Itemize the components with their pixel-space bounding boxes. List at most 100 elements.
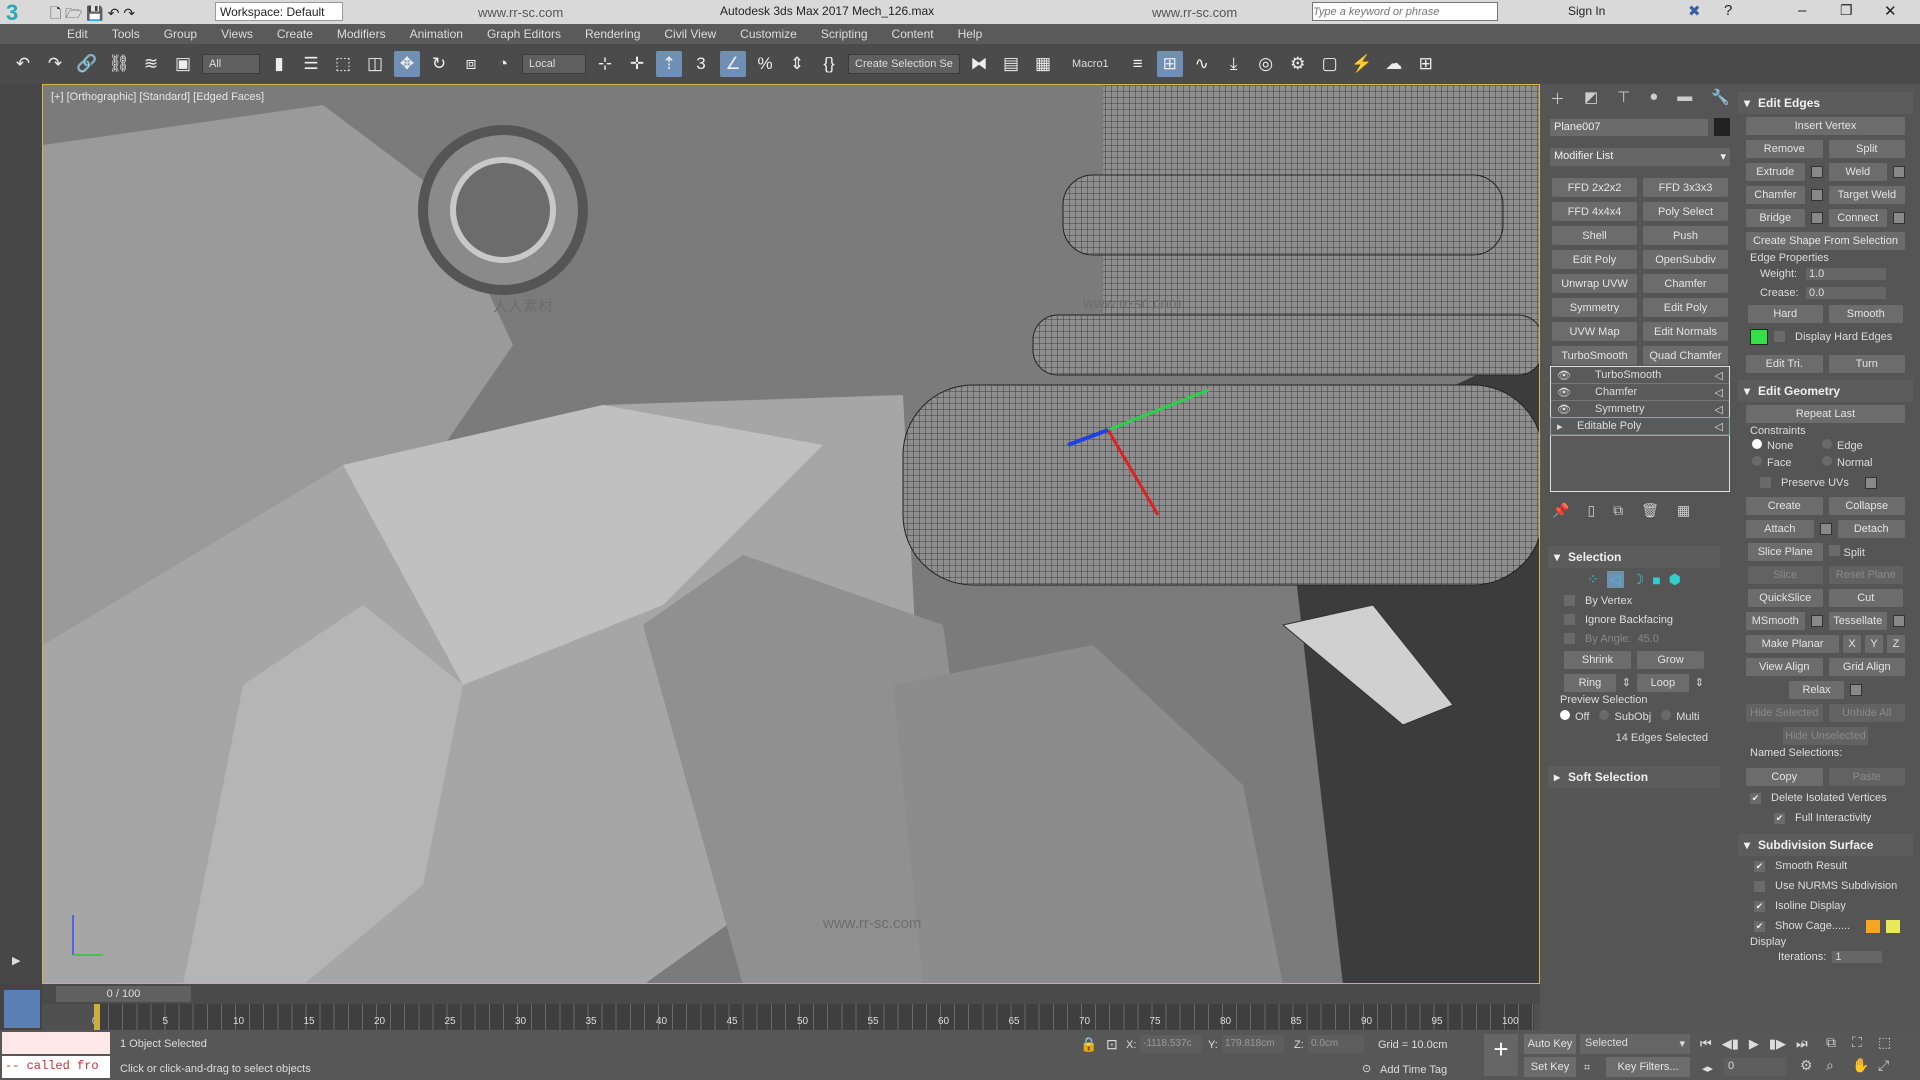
by-vertex-checkbox[interactable]: By Vertex xyxy=(1548,591,1720,610)
create-shape-button[interactable]: Create Shape From Selection xyxy=(1746,231,1905,250)
mirror-icon[interactable]: ⧓ xyxy=(966,51,992,77)
subdivision-surface-header[interactable]: ▾ Subdivision Surface xyxy=(1738,834,1913,856)
maximize-viewport-icon[interactable]: ⤢ xyxy=(1878,1057,1904,1074)
connect-button[interactable]: Connect xyxy=(1828,208,1887,227)
chamfer-settings-icon[interactable] xyxy=(1810,188,1823,201)
weight-spinner[interactable]: 1.0 xyxy=(1806,267,1886,280)
remove-button[interactable]: Remove xyxy=(1746,139,1823,158)
select-object-icon[interactable]: ▮ xyxy=(266,51,292,77)
menu-group[interactable]: Group xyxy=(152,27,209,41)
constraint-edge-radio[interactable]: Edge xyxy=(1822,439,1863,452)
motion-tab-icon[interactable]: ● xyxy=(1649,88,1658,110)
render-setup-icon[interactable]: ⚙ xyxy=(1285,51,1311,77)
scale-icon[interactable]: ⧈ xyxy=(458,51,484,77)
loop-button[interactable]: Loop xyxy=(1637,673,1689,692)
slice-button[interactable]: Slice xyxy=(1748,565,1823,584)
zoom-icon[interactable]: ⌕ xyxy=(1800,1034,1826,1051)
modify-tab-icon[interactable]: ◩ xyxy=(1584,88,1598,110)
curve-editor-icon[interactable]: ∿ xyxy=(1189,51,1215,77)
add-time-tag-button[interactable]: Add Time Tag xyxy=(1380,1064,1447,1076)
hard-button[interactable]: Hard xyxy=(1748,304,1823,323)
pan-icon[interactable]: ✋ xyxy=(1852,1057,1878,1074)
visibility-eye-icon[interactable]: 👁 xyxy=(1557,386,1571,399)
x-coordinate[interactable]: -1118.537c xyxy=(1140,1035,1202,1053)
modifier-set-button[interactable]: FFD 2x2x2 xyxy=(1552,178,1637,197)
pivot-center-icon[interactable]: ⊹ xyxy=(592,51,618,77)
stack-item[interactable]: 👁 TurboSmooth ◁ xyxy=(1551,367,1729,384)
collapse-button[interactable]: Collapse xyxy=(1828,496,1905,515)
relax-settings-icon[interactable] xyxy=(1850,683,1862,696)
viewport-layout-icon[interactable]: ⊞ xyxy=(1413,51,1439,77)
modifier-set-button[interactable]: Edit Poly xyxy=(1643,298,1728,317)
expand-arrow-icon[interactable]: ▶ xyxy=(12,954,20,967)
unlink-icon[interactable]: ⛓ xyxy=(106,51,132,77)
planar-x-button[interactable]: X xyxy=(1843,634,1861,653)
viewport-label[interactable]: [+] [Orthographic] [Standard] [Edged Fac… xyxy=(51,91,264,103)
hierarchy-tab-icon[interactable]: ⊤ xyxy=(1617,88,1630,110)
edge-level-icon[interactable]: ◁ xyxy=(1606,571,1624,588)
modifier-set-button[interactable]: Edit Poly xyxy=(1552,250,1637,269)
exchange-icon[interactable]: ✖ xyxy=(1688,2,1701,20)
collapse-arrow-icon[interactable]: ◁ xyxy=(1715,403,1723,416)
grid-align-button[interactable]: Grid Align xyxy=(1828,657,1905,676)
zoom-region-icon[interactable]: ⌕ xyxy=(1826,1057,1852,1074)
split-button[interactable]: Split xyxy=(1828,139,1905,158)
repeat-last-button[interactable]: Repeat Last xyxy=(1746,404,1905,423)
app-logo-icon[interactable]: 3 xyxy=(6,0,18,26)
soft-selection-rollout-header[interactable]: ▸ Soft Selection xyxy=(1548,766,1720,788)
auto-key-button[interactable]: Auto Key xyxy=(1524,1034,1576,1054)
vertex-level-icon[interactable]: ⁘ xyxy=(1587,571,1599,588)
key-filters-button[interactable]: Key Filters... xyxy=(1606,1057,1690,1077)
y-coordinate[interactable]: 179.818cm xyxy=(1222,1035,1284,1053)
render-cloud-icon[interactable]: ☁ xyxy=(1381,51,1407,77)
collapse-arrow-icon[interactable]: ◁ xyxy=(1715,369,1723,382)
view-align-button[interactable]: View Align xyxy=(1746,657,1823,676)
edit-tri-button[interactable]: Edit Tri. xyxy=(1746,355,1823,373)
smooth-result-checkbox[interactable]: ✔ Smooth Result xyxy=(1738,856,1913,876)
connect-settings-icon[interactable] xyxy=(1893,211,1905,224)
macro-button[interactable]: Macro1 xyxy=(1072,58,1109,70)
by-angle-spinner[interactable]: 45.0 xyxy=(1637,633,1658,645)
close-button[interactable]: ✕ xyxy=(1884,2,1897,20)
set-key-big-icon[interactable]: + xyxy=(1484,1034,1518,1076)
make-planar-button[interactable]: Make Planar xyxy=(1746,634,1839,653)
crease-spinner[interactable]: 0.0 xyxy=(1806,286,1886,299)
object-color-swatch[interactable] xyxy=(1714,118,1730,136)
menu-scripting[interactable]: Scripting xyxy=(809,27,880,41)
material-editor-icon[interactable]: ◎ xyxy=(1253,51,1279,77)
bind-spacewarp-icon[interactable]: ≋ xyxy=(138,51,164,77)
attach-settings-icon[interactable] xyxy=(1819,522,1832,535)
isoline-display-checkbox[interactable]: ✔ Isoline Display xyxy=(1738,896,1913,916)
slice-plane-button[interactable]: Slice Plane xyxy=(1748,542,1823,561)
time-tag-icon[interactable]: ⊙ xyxy=(1362,1062,1371,1075)
planar-y-button[interactable]: Y xyxy=(1865,634,1883,653)
insert-vertex-button[interactable]: Insert Vertex xyxy=(1746,116,1905,135)
planar-z-button[interactable]: Z xyxy=(1887,634,1905,653)
schematic-view-icon[interactable]: ⤓ xyxy=(1221,51,1247,77)
quickslice-button[interactable]: QuickSlice xyxy=(1748,588,1823,607)
preserve-uvs-checkbox[interactable]: Preserve UVs xyxy=(1738,471,1913,494)
modifier-set-button[interactable]: TurboSmooth xyxy=(1552,346,1637,365)
select-by-name-icon[interactable]: ☰ xyxy=(298,51,324,77)
by-angle-checkbox[interactable]: By Angle: 45.0 xyxy=(1548,629,1720,648)
smooth-button[interactable]: Smooth xyxy=(1828,304,1903,323)
modifier-set-button[interactable]: Poly Select xyxy=(1643,202,1728,221)
menu-rendering[interactable]: Rendering xyxy=(573,27,652,41)
display-hard-edges-checkbox[interactable]: Display Hard Edges xyxy=(1738,325,1913,348)
menu-content[interactable]: Content xyxy=(880,27,946,41)
previous-frame-icon[interactable]: ◀▮ xyxy=(1722,1036,1739,1052)
cut-button[interactable]: Cut xyxy=(1828,588,1903,607)
constraint-none-radio[interactable]: None xyxy=(1752,439,1802,452)
manipulate-icon[interactable]: ✛ xyxy=(624,51,650,77)
zoom-extents-all-icon[interactable]: ⬚ xyxy=(1878,1034,1904,1051)
relax-button[interactable]: Relax xyxy=(1789,680,1844,699)
menu-graph-editors[interactable]: Graph Editors xyxy=(475,27,573,41)
render-production-icon[interactable]: ⚡ xyxy=(1349,51,1375,77)
weld-settings-icon[interactable] xyxy=(1893,165,1905,178)
current-frame-field[interactable]: 0 xyxy=(1724,1058,1786,1076)
modifier-set-button[interactable]: Unwrap UVW xyxy=(1552,274,1637,293)
preview-off-radio[interactable]: Off xyxy=(1560,709,1589,723)
menu-animation[interactable]: Animation xyxy=(398,27,475,41)
bridge-button[interactable]: Bridge xyxy=(1746,208,1805,227)
menu-modifiers[interactable]: Modifiers xyxy=(325,27,398,41)
